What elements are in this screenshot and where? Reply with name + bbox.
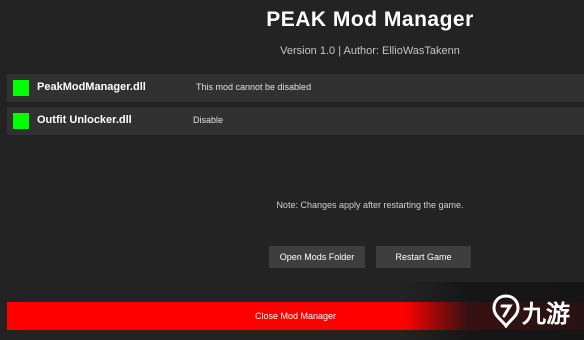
restart-note: Note: Changes apply after restarting the… — [276, 200, 464, 210]
restart-game-button[interactable]: Restart Game — [376, 246, 471, 268]
mod-row-peakmodmanager: PeakModManager.dll This mod cannot be di… — [7, 74, 584, 102]
mod-row-outfit-unlocker: Outfit Unlocker.dll Disable — [7, 107, 584, 135]
mod-enabled-indicator — [13, 80, 29, 96]
site-watermark: 九游 — [404, 282, 584, 340]
version-author: Version 1.0 | Author: EllioWasTakenn — [280, 45, 460, 57]
open-mods-folder-button[interactable]: Open Mods Folder — [269, 246, 365, 268]
mod-name: PeakModManager.dll — [37, 81, 146, 93]
watermark-text: 九游 — [522, 301, 570, 328]
page-title: PEAK Mod Manager — [266, 8, 474, 31]
mod-enabled-indicator — [13, 113, 29, 129]
jiuyou-logo-icon — [492, 294, 520, 328]
mod-locked-text: This mod cannot be disabled — [196, 82, 312, 92]
disable-button[interactable]: Disable — [193, 115, 223, 125]
mod-name: Outfit Unlocker.dll — [37, 114, 132, 126]
